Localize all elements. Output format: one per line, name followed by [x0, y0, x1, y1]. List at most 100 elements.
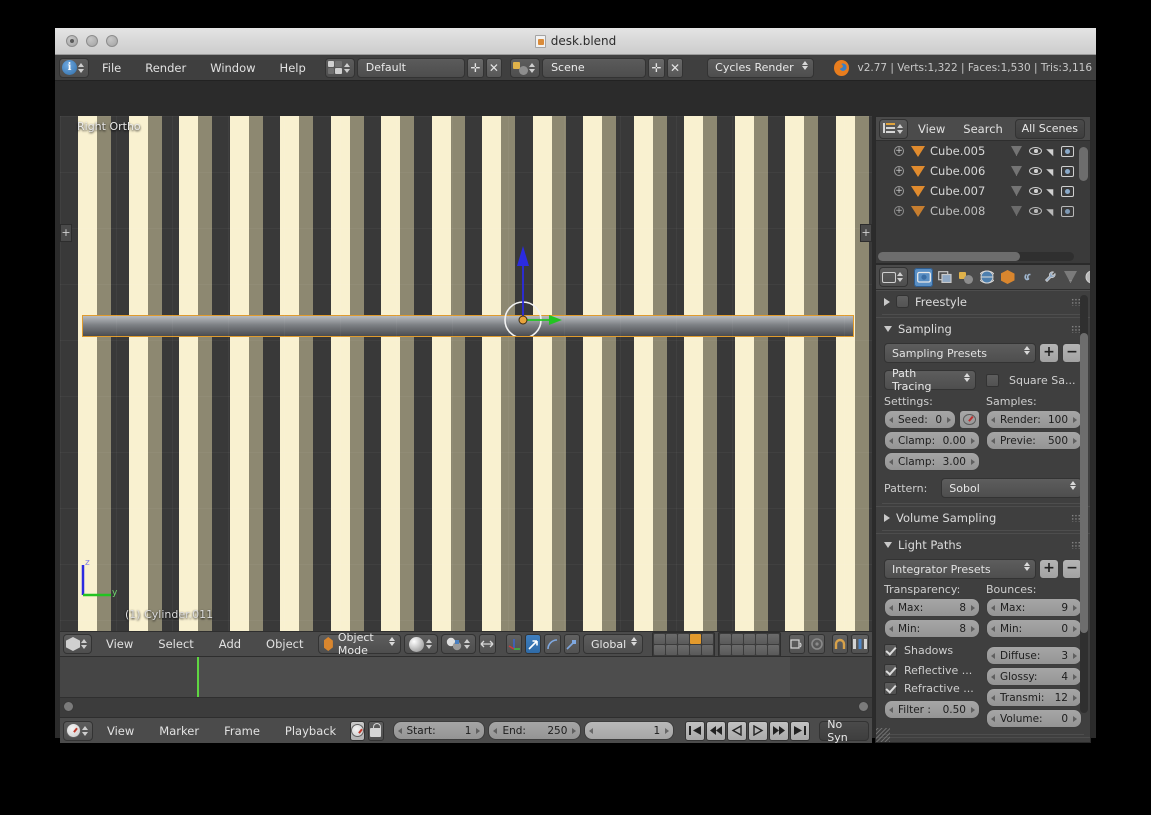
- layer-4-active[interactable]: [690, 633, 702, 644]
- integrator-presets-dropdown[interactable]: Integrator Presets: [884, 559, 1036, 579]
- seed-field[interactable]: Seed: 0: [884, 410, 956, 429]
- viewport-editor-type[interactable]: [63, 634, 92, 654]
- transmission-bounces-field[interactable]: Transmi: 12: [986, 688, 1082, 707]
- tab-modifiers[interactable]: [1040, 268, 1059, 287]
- render-samples-field[interactable]: Render: 100: [986, 410, 1082, 429]
- layer-3[interactable]: [678, 633, 690, 644]
- add-integrator-preset-button[interactable]: +: [1039, 559, 1059, 579]
- menu-help[interactable]: Help: [269, 56, 317, 80]
- refractive-caustics-checkbox[interactable]: [884, 682, 897, 695]
- timeline-menu-frame[interactable]: Frame: [213, 719, 271, 743]
- 3d-viewport[interactable]: Right Ortho (1) Cylinder.011 z y + +: [60, 116, 872, 631]
- layer-18[interactable]: [744, 644, 756, 655]
- minimize-window-button[interactable]: [86, 35, 98, 47]
- layer-20[interactable]: [768, 644, 780, 655]
- layer-8[interactable]: [744, 633, 756, 644]
- next-keyframe-button[interactable]: [769, 720, 790, 741]
- play-button[interactable]: [748, 720, 769, 741]
- delete-screen-layout-button[interactable]: ✕: [485, 57, 503, 78]
- timeline-ruler[interactable]: [60, 697, 872, 717]
- outliner-row-toggles[interactable]: [1011, 185, 1090, 197]
- visibility-eye-icon[interactable]: [1029, 147, 1042, 155]
- screen-layout-name[interactable]: Default: [356, 57, 466, 78]
- timeline-editor[interactable]: [60, 657, 872, 717]
- expand-icon[interactable]: +: [894, 146, 904, 156]
- menu-window[interactable]: Window: [199, 56, 266, 80]
- scale-manipulator-button[interactable]: [563, 634, 581, 654]
- remove-sampling-preset-button[interactable]: −: [1062, 343, 1082, 363]
- close-window-button[interactable]: [66, 35, 78, 47]
- properties-editor[interactable]: Freestyle Sampling Sampling Presets + − …: [875, 264, 1091, 743]
- add-sampling-preset-button[interactable]: +: [1039, 343, 1059, 363]
- volume-bounces-field[interactable]: Volume: 0: [986, 709, 1082, 728]
- transparency-min-field[interactable]: Min: 8: [884, 619, 980, 638]
- viewport-shading-selector[interactable]: [404, 634, 439, 654]
- layer-15[interactable]: [702, 644, 714, 655]
- viewport-menu-add[interactable]: Add: [208, 632, 252, 656]
- renderable-camera-icon[interactable]: [1061, 165, 1074, 177]
- outliner-horizontal-scrollbar[interactable]: [878, 252, 1074, 261]
- transparency-max-field[interactable]: Max: 8: [884, 598, 980, 617]
- outliner-vertical-scrollbar[interactable]: [1079, 147, 1088, 181]
- delete-scene-button[interactable]: ✕: [666, 57, 684, 78]
- current-frame-field[interactable]: 1: [584, 721, 675, 740]
- snap-during-transform-button[interactable]: [808, 634, 825, 654]
- timeline-scroll-left-knob[interactable]: [63, 701, 74, 712]
- layer-9[interactable]: [756, 633, 768, 644]
- panel-freestyle[interactable]: Freestyle: [876, 290, 1090, 312]
- tab-scene[interactable]: [956, 268, 975, 287]
- timeline-playhead[interactable]: [197, 657, 199, 697]
- interaction-mode-selector[interactable]: Object Mode: [317, 631, 402, 657]
- mesh-data-icon[interactable]: [1011, 146, 1022, 156]
- motion-blur-enable-checkbox[interactable]: [896, 742, 909, 743]
- lock-to-scene-button[interactable]: [789, 634, 806, 654]
- properties-editor-type[interactable]: [879, 267, 908, 287]
- maximize-window-button[interactable]: [106, 35, 118, 47]
- right-properties-toggle[interactable]: +: [860, 224, 872, 242]
- clamp-indirect-field[interactable]: Clamp: 3.00: [884, 452, 980, 471]
- shadows-checkbox[interactable]: [884, 644, 897, 657]
- integrator-type-dropdown[interactable]: Path Tracing: [884, 367, 976, 393]
- filter-glossy-field[interactable]: Filter : 0.50: [884, 700, 980, 719]
- tab-render[interactable]: [914, 267, 933, 287]
- outliner-menu-view[interactable]: View: [910, 117, 953, 141]
- selectable-cursor-icon[interactable]: [1046, 205, 1057, 217]
- auto-keyframe-toggle[interactable]: [350, 720, 366, 741]
- opengl-render-button[interactable]: [851, 634, 870, 654]
- timeline-menu-view[interactable]: View: [96, 719, 145, 743]
- playback-transport[interactable]: [685, 720, 811, 741]
- timeline-editor-type[interactable]: [63, 720, 93, 741]
- renderable-camera-icon[interactable]: [1061, 145, 1074, 157]
- expand-icon[interactable]: +: [894, 206, 904, 216]
- expand-icon[interactable]: +: [894, 186, 904, 196]
- previous-keyframe-button[interactable]: [706, 720, 727, 741]
- timeline-menu-playback[interactable]: Playback: [274, 719, 347, 743]
- layer-14[interactable]: [690, 644, 702, 655]
- add-screen-layout-button[interactable]: ✛: [467, 57, 484, 78]
- outliner-row-cube005[interactable]: + Cube.005: [876, 141, 1090, 161]
- outliner-editor-type[interactable]: [879, 118, 908, 139]
- render-engine-selector[interactable]: Cycles Render: [707, 57, 815, 78]
- tab-world[interactable]: [977, 268, 996, 287]
- viewport-menu-object[interactable]: Object: [255, 632, 314, 656]
- play-reverse-button[interactable]: [727, 720, 748, 741]
- outliner-row-cube006[interactable]: + Cube.006: [876, 161, 1090, 181]
- timeline-menu-marker[interactable]: Marker: [148, 719, 210, 743]
- lock-timeline-toggle[interactable]: [368, 720, 384, 741]
- tab-render-layers[interactable]: [935, 268, 954, 287]
- scene-selector[interactable]: [510, 57, 541, 78]
- tab-object[interactable]: [998, 268, 1017, 287]
- mesh-data-icon[interactable]: [1011, 166, 1022, 176]
- translate-manipulator-button[interactable]: [525, 634, 542, 654]
- transform-orientation-selector[interactable]: Global: [583, 634, 644, 654]
- clamp-direct-field[interactable]: Clamp: 0.00: [884, 431, 980, 450]
- layer-1[interactable]: [654, 633, 666, 644]
- selectable-cursor-icon[interactable]: [1046, 165, 1057, 177]
- tab-constraints[interactable]: [1019, 268, 1038, 287]
- renderable-camera-icon[interactable]: [1061, 205, 1074, 217]
- menu-render[interactable]: Render: [134, 56, 197, 80]
- reflective-caustics-checkbox[interactable]: [884, 664, 897, 677]
- renderable-camera-icon[interactable]: [1061, 185, 1074, 197]
- diffuse-bounces-field[interactable]: Diffuse: 3: [986, 646, 1082, 665]
- panel-light-paths[interactable]: Light Paths: [876, 533, 1090, 555]
